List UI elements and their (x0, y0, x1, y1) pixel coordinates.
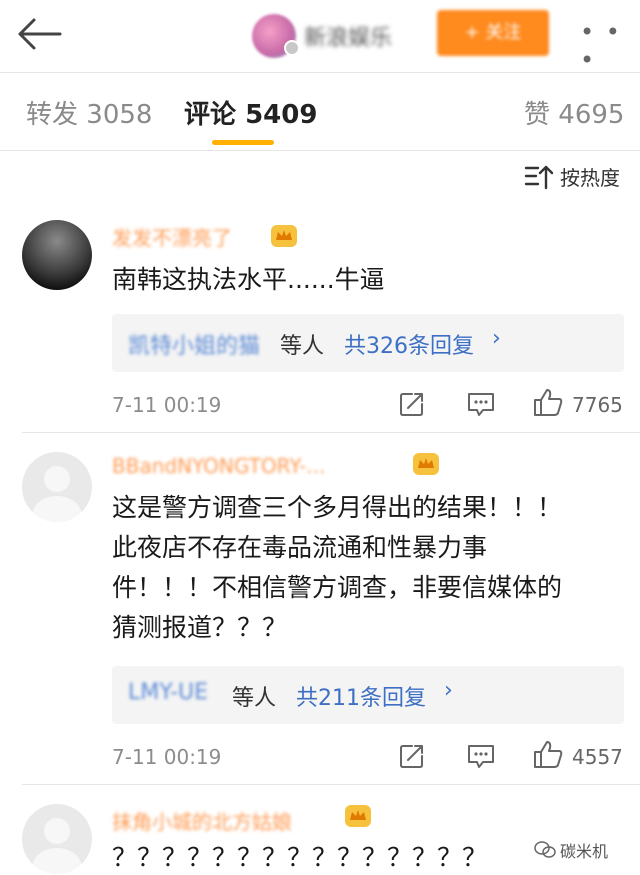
tab-reposts-count: 3058 (86, 100, 153, 130)
comment-avatar[interactable] (22, 220, 92, 290)
active-tab-indicator (212, 140, 274, 145)
share-icon[interactable] (398, 742, 426, 770)
comment-time: 7-11 00:19 (112, 393, 222, 417)
comment-divider (22, 432, 640, 433)
reply-summary[interactable]: 凯特小姐的猫 等人 共326条回复 › (112, 314, 624, 372)
reply-count[interactable]: 共211条回复 (296, 680, 426, 712)
sort-icon (524, 165, 554, 189)
watermark-text: 碳米机 (560, 842, 609, 861)
comment-time: 7-11 00:19 (112, 745, 222, 769)
tab-likes-label: 赞 (524, 100, 551, 130)
follow-button[interactable]: + 关注 (437, 10, 549, 56)
tab-comments-label: 评论 (184, 100, 237, 130)
reply-count[interactable]: 共326条回复 (344, 328, 474, 360)
comment-text-line: 猜测报道？？？ (112, 613, 288, 642)
comment-divider (22, 784, 640, 785)
watermark: 碳米机 (534, 838, 608, 862)
like-icon[interactable] (532, 386, 564, 418)
comment-username[interactable]: 抹角小城的北方姑娘 (112, 806, 292, 835)
reply-suffix: 等人 (232, 686, 277, 711)
chevron-right-icon: › (492, 326, 501, 351)
tab-likes-count: 4695 (558, 100, 625, 130)
top-bar: 新浪娱乐 + 关注 • • • (0, 0, 640, 74)
crown-badge-icon (271, 225, 297, 247)
account-name[interactable]: 新浪娱乐 (304, 20, 392, 52)
like-count: 7765 (572, 393, 623, 417)
reply-usernames[interactable]: LMY-UE (128, 680, 208, 705)
comment-icon[interactable] (466, 742, 496, 770)
tabs-divider (0, 150, 640, 151)
comment-text: 南韩这执法水平......牛逼 (112, 265, 385, 294)
share-icon[interactable] (398, 390, 426, 418)
comment-username[interactable]: BBandNYONGTORY-... (112, 454, 325, 478)
verified-badge-icon (284, 40, 300, 56)
more-options-icon[interactable]: • • • (580, 18, 640, 74)
comment-avatar[interactable] (22, 804, 92, 874)
tab-reposts[interactable]: 转发 3058 (26, 94, 152, 131)
like-count: 4557 (572, 745, 623, 769)
comment-text: 这是警方调查三个多月得出的结果！！！ 此夜店不存在毒品流通和性暴力事 件！！！不… (112, 488, 612, 648)
tab-comments-count: 5409 (245, 100, 318, 130)
header-divider (0, 72, 640, 73)
back-arrow-icon[interactable] (14, 14, 64, 54)
tab-likes[interactable]: 赞 4695 (524, 94, 624, 131)
chevron-right-icon: › (444, 678, 453, 703)
wechat-icon (534, 841, 556, 858)
comment-text-line: 这是警方调查三个多月得出的结果！！！ (112, 493, 563, 522)
tab-comments[interactable]: 评论 5409 (184, 94, 317, 131)
comment-text-line: 件！！！不相信警方调查，非要信媒体的 (112, 573, 563, 602)
sort-button[interactable]: 按热度 (524, 162, 620, 191)
reply-summary[interactable]: LMY-UE 等人 共211条回复 › (112, 666, 624, 724)
sort-label: 按热度 (560, 166, 620, 190)
crown-badge-icon (413, 453, 439, 475)
comment-username[interactable]: 发发不漂亮了 (112, 222, 232, 251)
like-icon[interactable] (532, 738, 564, 770)
comment-text-line: 此夜店不存在毒品流通和性暴力事 (112, 533, 488, 562)
reply-suffix: 等人 (280, 334, 325, 359)
comment-icon[interactable] (466, 390, 496, 418)
tab-reposts-label: 转发 (26, 100, 79, 130)
reply-usernames[interactable]: 凯特小姐的猫 (128, 328, 260, 360)
comment-avatar[interactable] (22, 452, 92, 522)
crown-badge-icon (345, 805, 371, 827)
